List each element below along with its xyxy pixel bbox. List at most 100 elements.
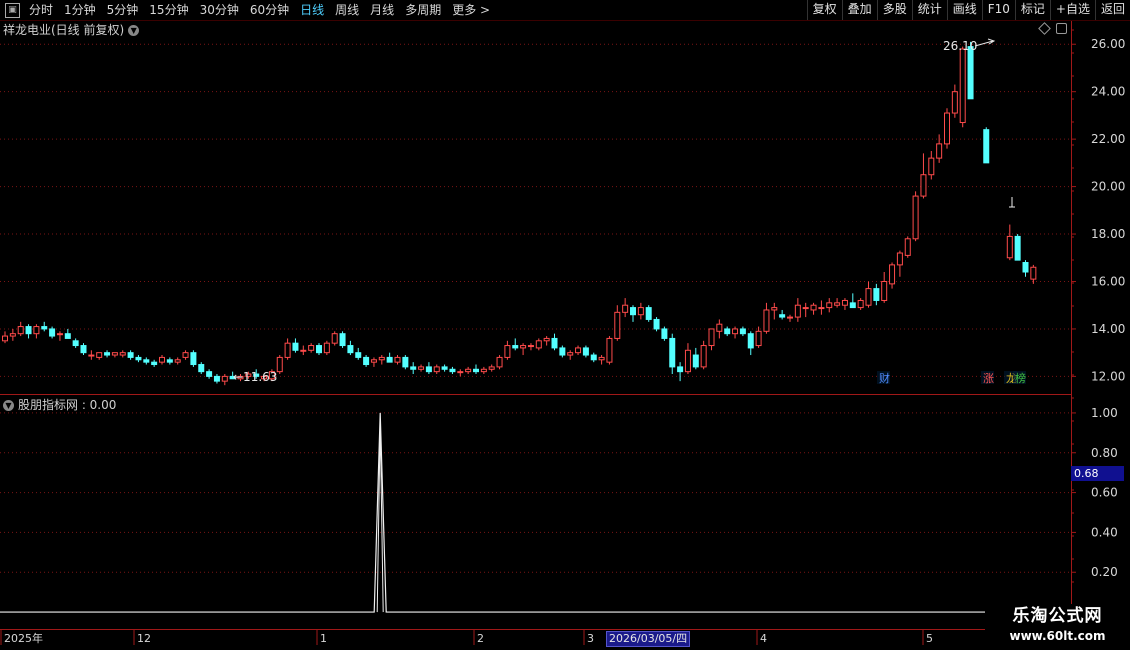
candle-body [292,342,299,351]
candle [331,331,338,346]
candle [535,338,542,351]
candle [598,355,605,365]
candle-body [755,330,762,347]
price-tick-label: 26.00 [1091,37,1125,51]
candle-body [339,333,346,347]
candle [614,305,621,341]
candle-body [323,342,330,354]
price-tick-label: 24.00 [1091,85,1125,99]
candle [221,374,228,386]
candle [410,362,417,375]
candle [983,127,990,164]
candle-body [857,299,864,309]
candle-body [190,352,197,366]
candle-body [677,366,684,373]
candle-body [535,340,542,349]
time-tick-label: 4 [760,632,767,645]
candle-body [732,328,739,335]
watermark-title: 乐淘公式网 [1012,606,1103,626]
kline-chart[interactable]: 26.10←11.63 财涨龙榜 26.0024.0022.0020.0018.0… [0,0,1130,650]
candle-body [72,340,79,347]
candle [25,324,32,339]
candle-body [771,307,778,311]
candle-body [410,366,417,370]
candle-body [928,157,935,176]
candle-body [433,366,440,373]
candle-body [567,352,574,356]
candle-body [308,345,315,351]
candle [834,298,841,308]
indicator-menu-icon[interactable]: ▼ [3,400,14,411]
candle-body [700,345,707,368]
candle-body [967,46,974,100]
candle-body [684,349,691,373]
candle-body [912,195,919,240]
indicator-title[interactable]: ▼ 股朋指标网 : 0.00 [3,396,116,413]
candle-body [457,371,464,374]
candle-body [347,345,354,354]
candle [677,362,684,382]
candle [276,355,283,375]
candle [135,355,142,363]
candle-body [841,299,848,306]
candle [684,343,691,375]
candle-body [221,375,228,382]
candle-body [645,307,652,320]
candle [779,309,786,320]
candle [504,340,511,360]
candle [127,350,134,360]
candle [206,369,213,379]
candle [88,350,95,360]
candle-body [598,356,605,361]
candle-body [25,326,32,335]
candle [810,302,817,315]
candle [96,352,103,360]
candle-body [418,366,425,370]
candle-body [920,174,927,197]
candle-body [873,288,880,301]
candle-body [206,371,213,377]
price-tick-label: 12.00 [1091,369,1125,383]
candle-body [182,352,189,358]
candle [551,333,558,351]
candle-body [17,326,24,335]
candle [339,331,346,348]
candle [182,350,189,360]
candle-body [33,326,40,335]
candle [661,326,668,341]
price-tick-label: 14.00 [1091,322,1125,336]
candle [480,366,487,375]
indicator-tick-label: 0.80 [1091,446,1118,460]
event-marker: 财 [879,371,890,385]
candle [56,331,63,341]
candle-body [56,333,63,336]
candle-body [111,352,118,356]
candle [692,347,699,370]
price-tick-label: 16.00 [1091,274,1125,288]
candle-body [496,356,503,368]
indicator-tick-label: 0.40 [1091,525,1118,539]
candle-body [174,359,181,363]
candle-body [119,352,126,356]
candle [826,298,833,313]
candle-body [669,337,676,368]
candle [818,300,825,315]
candle-body [614,311,621,339]
candle [441,364,448,372]
candle [64,328,71,339]
candle-body [1022,262,1029,273]
candle [402,355,409,370]
candle [928,151,935,180]
candle [496,355,503,370]
candle [582,345,589,358]
candle-body [653,318,660,330]
candle [1014,234,1021,261]
candle [944,108,950,149]
candle [119,350,126,358]
candle [708,328,715,351]
candle-body [449,368,456,373]
candle [347,340,354,356]
candle-body [213,375,220,382]
candle-body [480,368,487,373]
candle [49,326,56,339]
